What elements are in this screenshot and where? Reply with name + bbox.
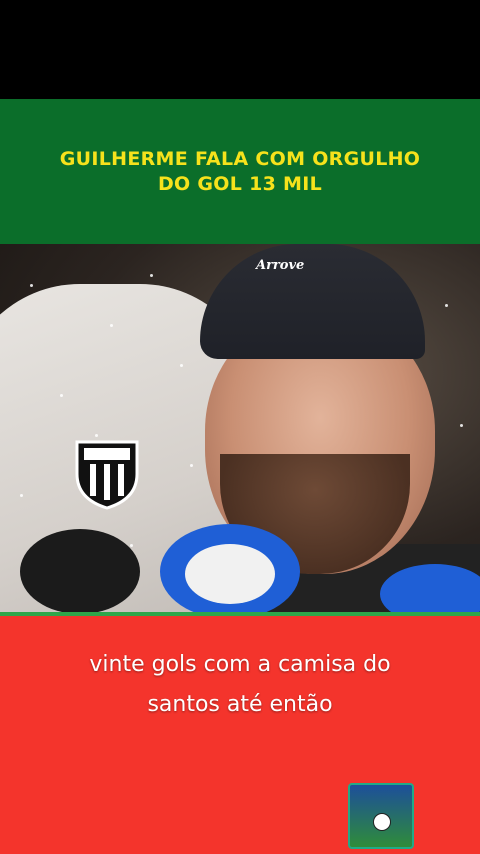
sparkle (460, 424, 463, 427)
sparkle (150, 274, 153, 277)
channel-logo-icon[interactable] (348, 783, 414, 849)
sparkle (130, 544, 133, 547)
subtitle: vinte gols com a camisa do santos até en… (0, 645, 480, 725)
santos-crest-icon (75, 440, 139, 510)
sparkle (30, 284, 33, 287)
divider (0, 612, 480, 616)
headline-line-1: GUILHERME FALA COM ORGULHO (59, 147, 421, 170)
headline-banner: GUILHERME FALA COM ORGULHO DO GOL 13 MIL (0, 99, 480, 244)
sparkle (20, 494, 23, 497)
football-icon (373, 813, 391, 831)
sparkle (60, 394, 63, 397)
subtitle-line-2: santos até então (147, 692, 333, 717)
microphone (20, 529, 140, 614)
sparkle (190, 464, 193, 467)
sparkle (95, 434, 98, 437)
sparkle (110, 324, 113, 327)
microphone-cover (185, 544, 275, 604)
cap-logo-text: Arrove (256, 258, 305, 273)
video-frame[interactable]: Arrove (0, 244, 480, 614)
headline-line-2: DO GOL 13 MIL (157, 172, 323, 195)
sparkle (445, 304, 448, 307)
sparkle (180, 364, 183, 367)
top-letterbox (0, 0, 480, 99)
subtitle-line-1: vinte gols com a camisa do (89, 652, 391, 677)
